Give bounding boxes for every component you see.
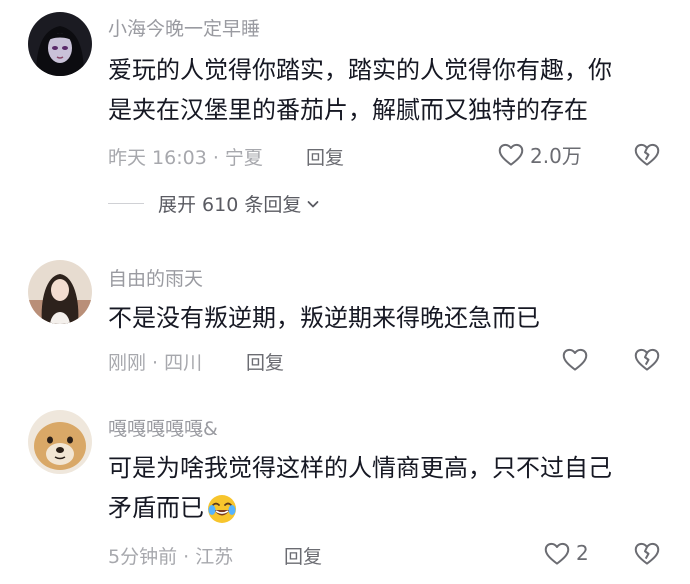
time-location: 刚刚 · 四川 (108, 352, 203, 374)
username[interactable]: 自由的雨天 (108, 264, 203, 291)
dislike-button[interactable] (632, 344, 662, 378)
broken-heart-icon (634, 143, 660, 166)
comment-text: 可是为啥我觉得这样的人情商更高，只不过自己 矛盾而已 (108, 448, 668, 528)
dislike-button[interactable] (632, 139, 662, 173)
chevron-down-icon (307, 200, 319, 207)
comment-text: 不是没有叛逆期，叛逆期来得晚还急而已 (108, 298, 668, 338)
heart-outline-icon (498, 143, 524, 166)
comment-text: 爱玩的人觉得你踏实，踏实的人觉得你有趣，你 是夹在汉堡里的番茄片，解腻而又独特的… (108, 50, 668, 130)
dislike-button[interactable] (632, 538, 662, 572)
like-count: 2 (576, 541, 589, 565)
divider-line (108, 203, 144, 204)
expand-replies-button[interactable]: 展开 610 条回复 (108, 190, 321, 217)
username[interactable]: 小海今晚一定早睡 (108, 14, 260, 41)
broken-heart-icon (634, 542, 660, 565)
like-count: 2.0万 (530, 143, 582, 168)
heart-outline-icon (544, 542, 570, 565)
comment-text-line: 是夹在汉堡里的番茄片，解腻而又独特的存在 (108, 96, 588, 124)
time-location: 昨天 16:03 · 宁夏 (108, 147, 263, 169)
comment-text-line: 矛盾而已 (108, 494, 204, 522)
avatar[interactable] (28, 260, 92, 324)
like-button[interactable]: 2 (542, 538, 589, 568)
username[interactable]: 嘎嘎嘎嘎嘎& (108, 414, 218, 441)
crying-laughing-emoji (208, 495, 236, 523)
avatar[interactable] (28, 410, 92, 474)
heart-outline-icon (562, 348, 588, 371)
reply-button[interactable]: 回复 (246, 348, 284, 375)
comment-text-line: 可是为啥我觉得这样的人情商更高，只不过自己 (108, 454, 612, 482)
reply-button[interactable]: 回复 (284, 542, 322, 569)
comment-text-line: 爱玩的人觉得你踏实，踏实的人觉得你有趣，你 (108, 56, 612, 84)
comment-text-line-with-emoji: 矛盾而已 (108, 488, 668, 528)
expand-replies-label: 展开 610 条回复 (158, 194, 302, 216)
time-location: 5分钟前 · 江苏 (108, 546, 234, 568)
like-button[interactable] (560, 344, 594, 374)
avatar[interactable] (28, 12, 92, 76)
reply-button[interactable]: 回复 (306, 143, 344, 170)
broken-heart-icon (634, 348, 660, 371)
like-button[interactable]: 2.0万 (496, 139, 582, 169)
comment-text-line: 不是没有叛逆期，叛逆期来得晚还急而已 (108, 304, 540, 332)
